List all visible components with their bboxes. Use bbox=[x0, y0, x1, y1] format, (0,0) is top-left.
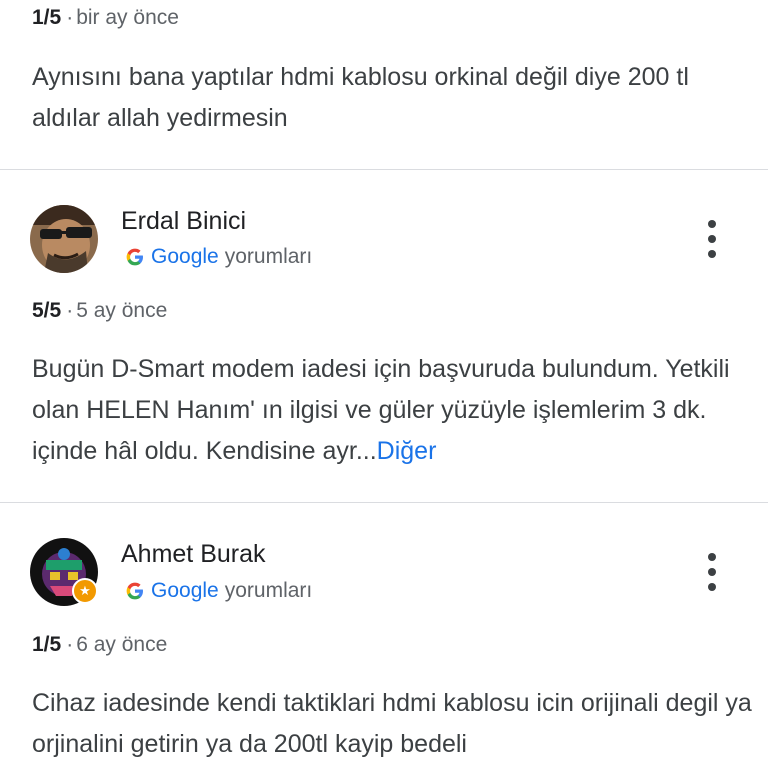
more-link[interactable]: Diğer bbox=[377, 437, 437, 465]
review-rating-row: 1/5 · 6 ay önce bbox=[32, 633, 167, 657]
review-score: 5/5 bbox=[32, 299, 62, 322]
review-rating-row: 1/5 · bir ay önce bbox=[32, 6, 179, 30]
google-g-icon bbox=[126, 582, 143, 600]
review-source: Google yorumları bbox=[125, 579, 312, 603]
review-divider bbox=[0, 502, 768, 503]
source-brand: Google bbox=[151, 245, 219, 268]
more-vert-icon[interactable] bbox=[700, 220, 724, 258]
review-score: 1/5 bbox=[32, 633, 62, 656]
review-time: 6 ay önce bbox=[76, 633, 168, 656]
review-source: Google yorumları bbox=[125, 245, 312, 269]
review-divider bbox=[0, 169, 768, 170]
review-score: 1/5 bbox=[32, 6, 62, 29]
avatar[interactable] bbox=[30, 205, 98, 273]
review-text: Bugün D-Smart modem iadesi için başvurud… bbox=[32, 349, 752, 472]
source-suffix: yorumları bbox=[224, 245, 313, 268]
author-name[interactable]: Ahmet Burak bbox=[121, 540, 266, 569]
separator-dot: · bbox=[66, 6, 74, 29]
local-guide-star-icon: ★ bbox=[72, 578, 98, 604]
review-time: 5 ay önce bbox=[76, 299, 168, 322]
review-text: Cihaz iadesinde kendi taktiklari hdmi ka… bbox=[32, 689, 752, 758]
source-suffix: yorumları bbox=[224, 579, 313, 602]
review-text: Aynısını bana yaptılar hdmi kablosu orki… bbox=[32, 63, 689, 132]
google-g-icon bbox=[126, 248, 143, 266]
more-vert-icon[interactable] bbox=[700, 553, 724, 591]
separator-dot: · bbox=[66, 633, 74, 656]
separator-dot: · bbox=[66, 299, 74, 322]
review-rating-row: 5/5 · 5 ay önce bbox=[32, 299, 167, 323]
author-name[interactable]: Erdal Binici bbox=[121, 207, 246, 236]
source-brand: Google bbox=[151, 579, 219, 602]
review-time: bir ay önce bbox=[76, 6, 179, 29]
